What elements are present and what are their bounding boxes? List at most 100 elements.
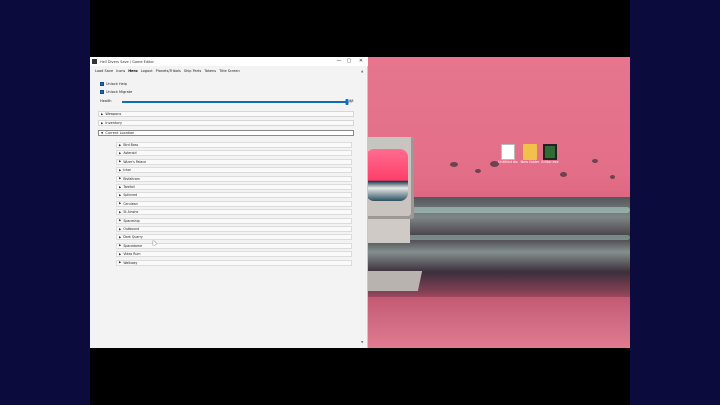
expand-arrow-icon: ▶ bbox=[119, 176, 122, 181]
location-label: Outbound bbox=[123, 227, 140, 231]
scroll-up-arrow-icon[interactable]: ▲ bbox=[361, 69, 363, 73]
maximize-button[interactable]: ▢ bbox=[344, 58, 354, 65]
unlock-help-option[interactable]: Unlock Help bbox=[100, 82, 127, 86]
desktop-file-icon[interactable]: Untitled document bbox=[498, 144, 518, 170]
editor-window: Hell Divers Save / Game Editor — ▢ ✕ Loa… bbox=[90, 57, 368, 348]
letterbox-right bbox=[630, 0, 720, 405]
location-item[interactable]: ▶ Wizer's Palace bbox=[116, 158, 352, 165]
desktop-icon-label: Untitled document bbox=[498, 160, 518, 164]
location-item[interactable]: ▶ Video Rum bbox=[116, 251, 352, 258]
expand-arrow-icon: ▶ bbox=[119, 251, 122, 256]
health-slider-row: Health 98 bbox=[100, 99, 356, 105]
location-label: Bivfaltrom bbox=[123, 176, 140, 181]
section-label: Current Location bbox=[105, 131, 135, 135]
menu-item-icons[interactable]: Icons bbox=[116, 69, 125, 74]
location-item[interactable]: ▶ St Ainshe bbox=[116, 209, 352, 216]
wallpaper-reflection bbox=[368, 297, 630, 348]
location-label: Asteroid bbox=[123, 151, 137, 156]
wallpaper-wave bbox=[390, 207, 630, 213]
expand-arrow-icon: ▶ bbox=[101, 120, 104, 125]
expand-arrow-icon: ▶ bbox=[119, 226, 122, 231]
app-logo-icon bbox=[92, 59, 97, 64]
location-label: Wizer's Palace bbox=[123, 159, 147, 164]
location-label: St Ainshe bbox=[123, 210, 139, 215]
minimize-button[interactable]: — bbox=[334, 58, 344, 65]
wallpaper-splash bbox=[592, 159, 598, 163]
window-titlebar[interactable]: Hell Divers Save / Game Editor — ▢ ✕ bbox=[90, 57, 368, 66]
location-item[interactable]: ▶ Cerulean bbox=[116, 200, 352, 207]
health-slider[interactable] bbox=[122, 99, 352, 105]
unlock-migrate-checkbox[interactable] bbox=[100, 90, 104, 94]
wallpaper-splash bbox=[560, 172, 567, 177]
expand-arrow-icon: ▶ bbox=[119, 150, 122, 155]
desktop-icon-label: New folder bbox=[520, 160, 540, 164]
location-item[interactable]: ▶ Bivfaltrom bbox=[116, 175, 352, 182]
location-label: Ickor bbox=[123, 168, 131, 173]
window-title: Hell Divers Save / Game Editor bbox=[100, 59, 154, 64]
expand-arrow-icon: ▶ bbox=[119, 142, 122, 147]
wallpaper-wave bbox=[380, 235, 630, 240]
expand-arrow-icon: ▶ bbox=[119, 184, 122, 189]
health-slider-fill bbox=[122, 101, 348, 103]
expand-arrow-icon: ▶ bbox=[119, 201, 122, 206]
location-label: Spaceship bbox=[123, 218, 140, 223]
location-label: Cerulean bbox=[123, 201, 138, 206]
file-icon bbox=[501, 144, 515, 160]
section-current-location[interactable]: ▼ Current Location bbox=[98, 130, 354, 136]
desktop-icon-label: Editor.exe bbox=[541, 160, 559, 164]
top-bar-black bbox=[90, 0, 630, 57]
folder-icon bbox=[523, 144, 537, 160]
section-label: Weapons bbox=[105, 112, 122, 116]
wallpaper-crt-screen bbox=[366, 149, 408, 201]
menu-item-tokens[interactable]: Tokens bbox=[204, 69, 216, 74]
location-label: Splinned bbox=[123, 193, 138, 198]
expand-arrow-icon: ▶ bbox=[119, 234, 122, 239]
close-button[interactable]: ✕ bbox=[356, 58, 366, 65]
wallpaper-splash bbox=[475, 169, 481, 173]
menu-item-planets-tribals[interactable]: Planets/Tribals bbox=[156, 69, 181, 74]
health-label: Health bbox=[100, 99, 112, 103]
unlock-migrate-option[interactable]: Unlock Migrate bbox=[100, 90, 132, 94]
menu-item-load-save[interactable]: Load Save bbox=[95, 69, 113, 74]
expand-arrow-icon: ▶ bbox=[119, 159, 122, 164]
section-label: Inventory bbox=[105, 121, 123, 125]
location-item[interactable]: ▶ Splinned bbox=[116, 192, 352, 199]
menu-item-ship-parts[interactable]: Ship Parts bbox=[184, 69, 201, 74]
scroll-down-arrow-icon[interactable]: ▼ bbox=[361, 340, 363, 344]
health-value: 98 bbox=[349, 99, 354, 103]
location-item[interactable]: ▶ Dark Quarry bbox=[116, 234, 352, 241]
location-item[interactable]: ▶ Outbound bbox=[116, 226, 352, 232]
location-item[interactable]: ▶ Asteroid bbox=[116, 150, 352, 157]
menu-item-logout[interactable]: Logout bbox=[141, 69, 153, 74]
letterbox-left bbox=[0, 0, 90, 405]
location-item[interactable]: ▶ Spaceship bbox=[116, 217, 352, 224]
location-label: Bird Bass bbox=[123, 143, 139, 147]
location-label: Dark Quarry bbox=[123, 235, 143, 240]
menu-item-hero[interactable]: Hero bbox=[128, 69, 137, 74]
location-item[interactable]: ▶ Ickor bbox=[116, 167, 352, 174]
collapse-arrow-icon: ▼ bbox=[101, 130, 104, 135]
wallpaper-computer-base bbox=[362, 219, 410, 243]
expand-arrow-icon: ▶ bbox=[101, 111, 104, 116]
location-item[interactable]: ▶ Bird Bass bbox=[116, 142, 352, 148]
desktop-folder-icon[interactable]: New folder bbox=[520, 144, 540, 170]
wallpaper-keyboard bbox=[361, 271, 423, 291]
location-label: Spacedome bbox=[123, 243, 143, 248]
expand-arrow-icon: ▶ bbox=[119, 209, 122, 214]
screen: Untitled document New folder Editor.exe … bbox=[90, 0, 630, 405]
location-item[interactable]: ▶ Tarefall bbox=[116, 184, 352, 190]
section-weapons[interactable]: ▶ Weapons bbox=[98, 111, 354, 117]
expand-arrow-icon: ▶ bbox=[119, 260, 122, 265]
unlock-help-label: Unlock Help bbox=[106, 82, 127, 86]
menu-bar: Load Save Icons Hero Logout Planets/Tribals S… bbox=[95, 69, 240, 74]
expand-arrow-icon: ▶ bbox=[119, 243, 122, 248]
wallpaper-splash bbox=[610, 175, 615, 179]
location-label: Walkway bbox=[123, 260, 138, 265]
section-inventory[interactable]: ▶ Inventory bbox=[98, 120, 354, 126]
expand-arrow-icon: ▶ bbox=[119, 192, 122, 197]
menu-item-title-screen[interactable]: Title Screen bbox=[219, 69, 240, 74]
unlock-migrate-label: Unlock Migrate bbox=[106, 90, 133, 94]
desktop-exe-icon[interactable]: Editor.exe bbox=[540, 144, 560, 170]
location-item[interactable]: ▶ Walkway bbox=[116, 259, 352, 266]
unlock-help-checkbox[interactable] bbox=[100, 82, 104, 86]
